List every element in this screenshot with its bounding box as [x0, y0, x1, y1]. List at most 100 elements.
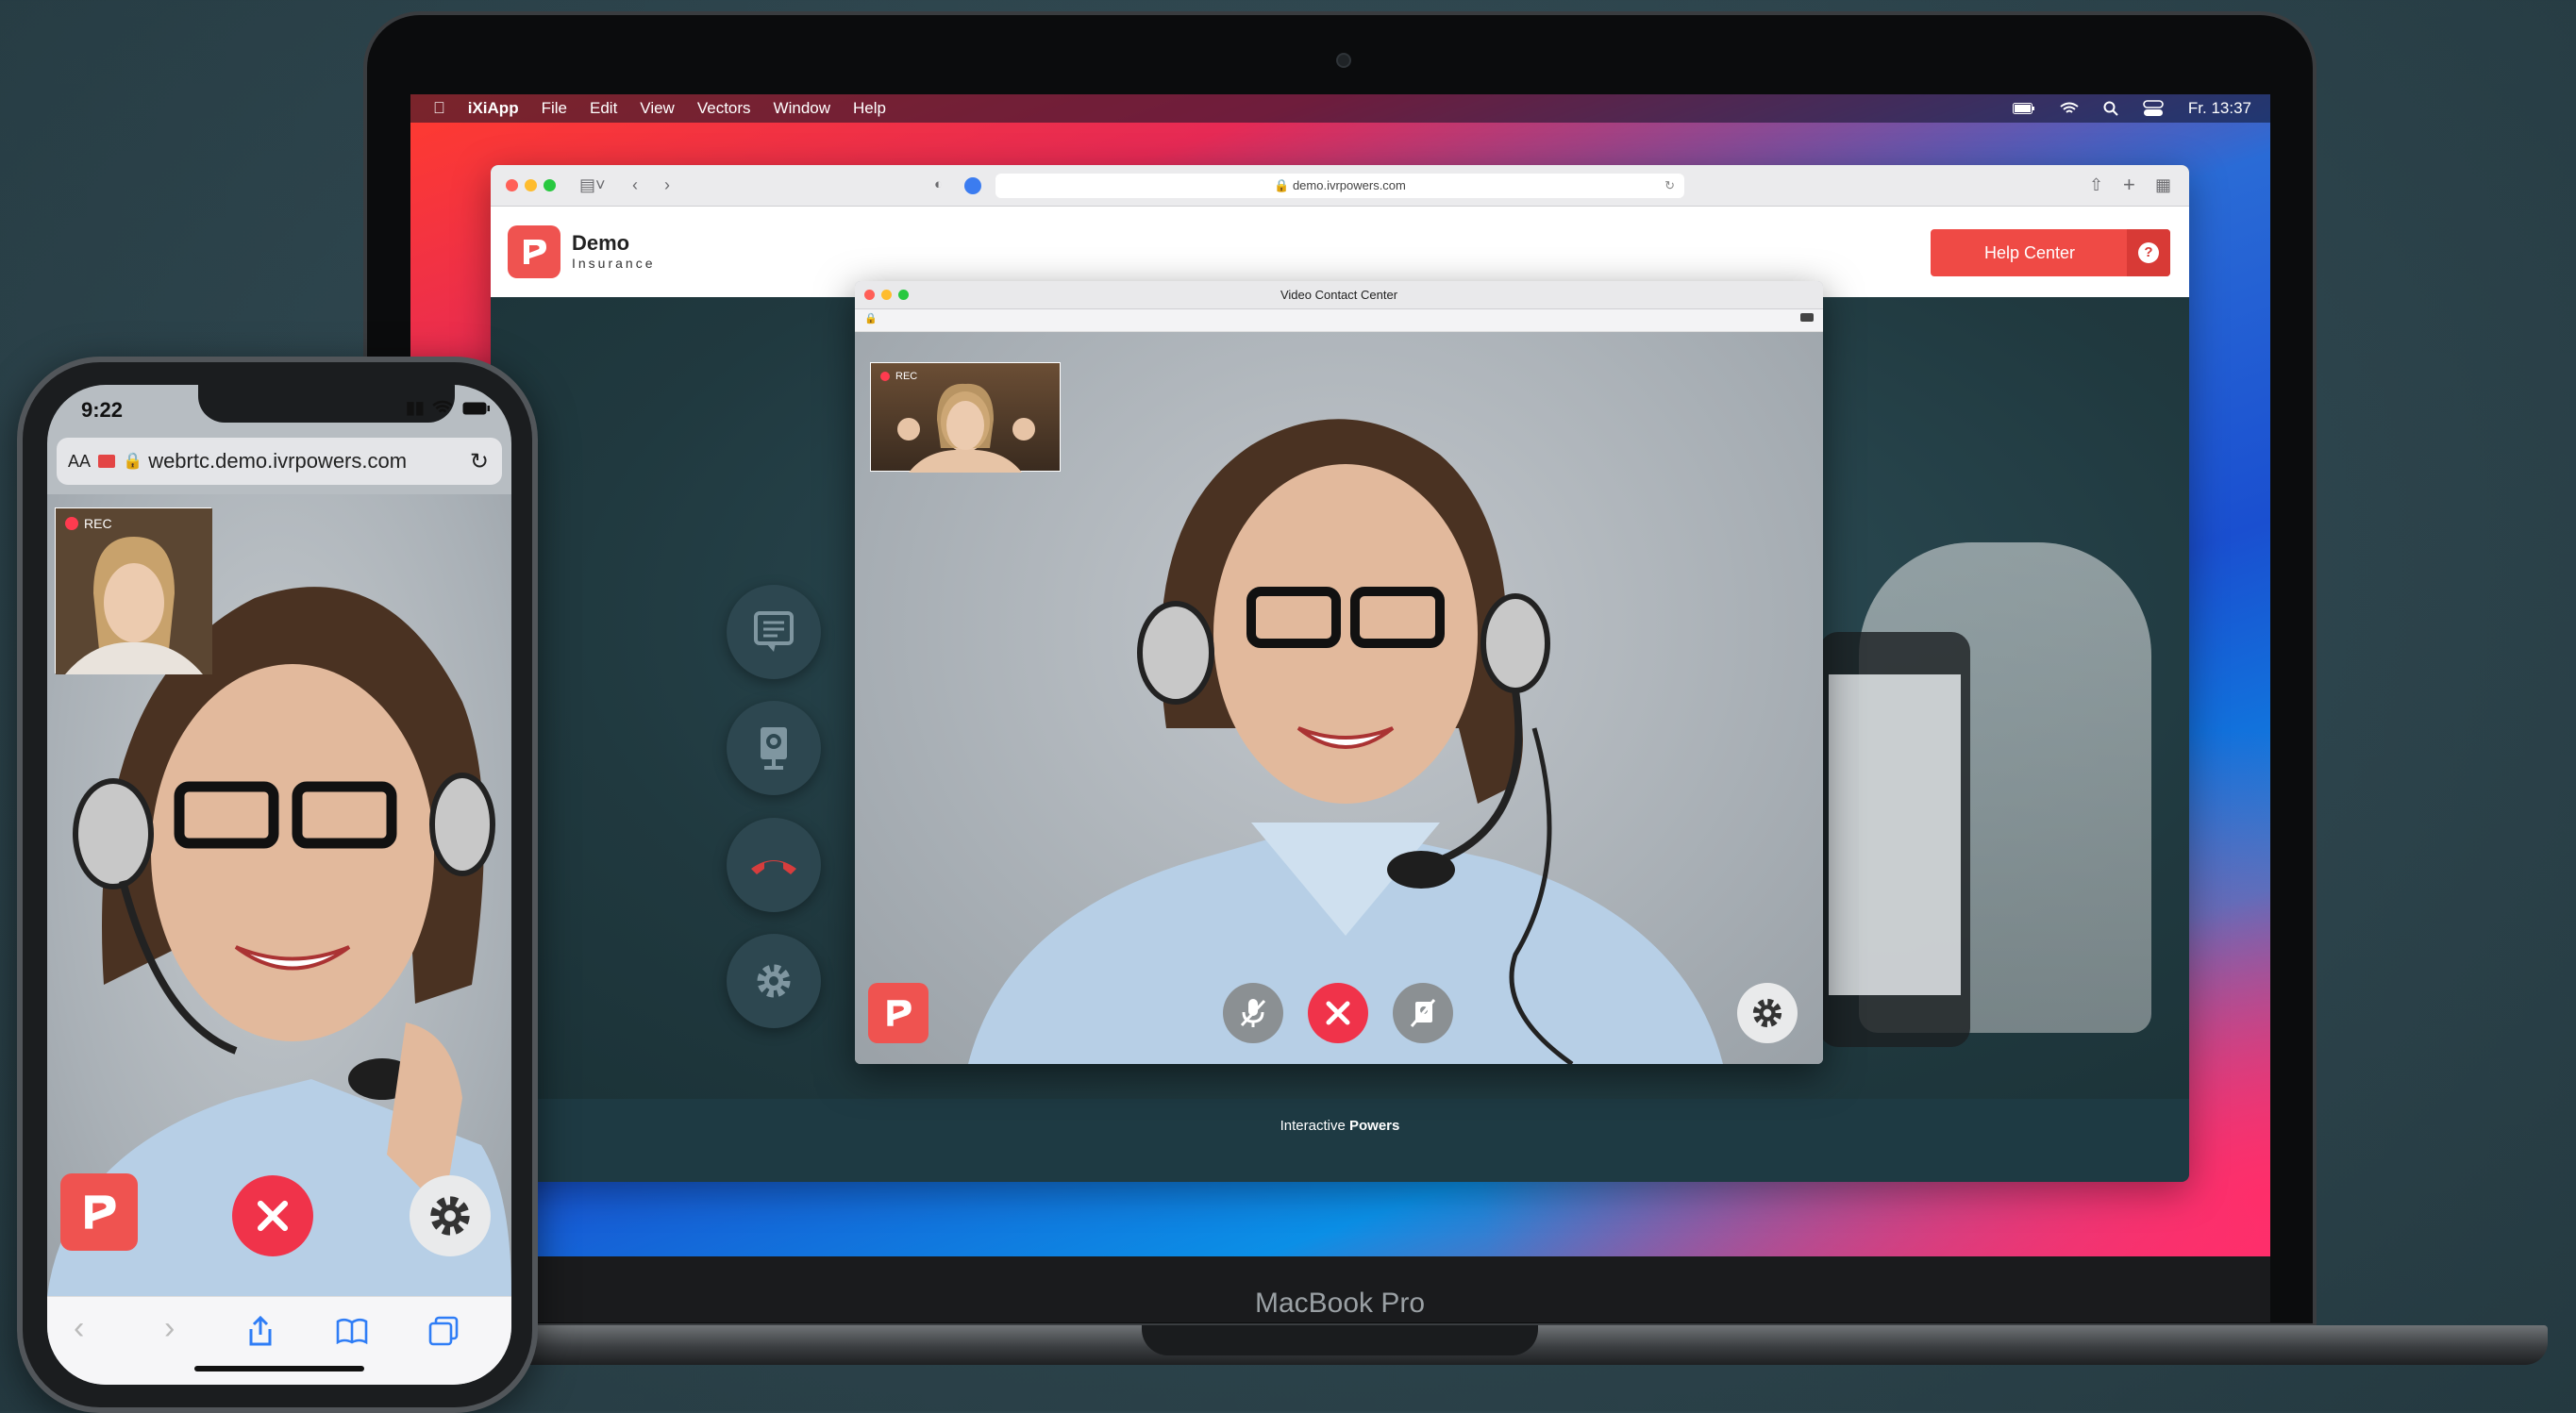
help-center-label: Help Center	[1983, 243, 2076, 262]
phone-lock-icon: 🔒	[123, 452, 143, 470]
iphone-screen: REC 9:22 ▮▮ AA 🔒 webrtc.demo.ivrpowers.c…	[47, 385, 511, 1385]
phone-bookmarks-icon[interactable]	[336, 1318, 368, 1344]
tab-overview-icon[interactable]: ▦	[2155, 175, 2171, 195]
vcc-minimize-button[interactable]	[881, 290, 892, 300]
settings-button[interactable]	[727, 934, 821, 1028]
phone-time: 9:22	[81, 398, 124, 422]
safari-toolbar: ▤˅ ‹ › ◐ 🔒 demo.ivrpowers.com ↻ ⇧ + ▦	[491, 165, 2189, 207]
demo-logo-icon	[887, 1000, 912, 1026]
menu-help[interactable]: Help	[853, 99, 886, 118]
wifi-icon[interactable]	[2060, 102, 2079, 115]
search-icon[interactable]	[2103, 101, 2118, 116]
menubar-clock[interactable]: Fr. 13:37	[2188, 99, 2251, 118]
address-url: demo.ivrpowers.com	[1292, 178, 1406, 192]
menu-view[interactable]: View	[640, 99, 675, 118]
zoom-window-button[interactable]	[544, 179, 556, 191]
video-off-icon	[1410, 999, 1436, 1027]
home-indicator	[194, 1366, 364, 1371]
phone-address-bar[interactable]: AA 🔒 webrtc.demo.ivrpowers.com ↻	[57, 438, 502, 485]
phone-settings-icon	[430, 1196, 470, 1236]
phone-tabs-icon[interactable]	[428, 1316, 459, 1346]
hangup-icon	[1326, 1001, 1350, 1025]
shield-icon[interactable]: ◐	[934, 175, 943, 195]
reader-aa-label[interactable]: AA	[68, 452, 91, 472]
lock-icon: 🔒	[1274, 178, 1293, 192]
camera-active-icon	[98, 455, 116, 468]
webcam-icon	[761, 727, 787, 770]
phone-hangup-icon	[751, 860, 796, 874]
sidebar-icon[interactable]: ▤˅	[579, 175, 606, 195]
menu-edit[interactable]: Edit	[590, 99, 617, 118]
smartphone-dialpad-image	[1829, 674, 1961, 995]
chat-icon	[754, 611, 794, 652]
video-contact-center-window: Video Contact Center 🔒 REC	[855, 281, 1823, 1064]
menu-vectors[interactable]: Vectors	[697, 99, 751, 118]
vcc-close-button[interactable]	[864, 290, 875, 300]
rec-indicator: REC	[880, 371, 917, 382]
phone-forward-icon[interactable]: ›	[164, 1310, 175, 1347]
close-window-button[interactable]	[506, 179, 518, 191]
macbook-label: MacBook Pro	[1254, 1288, 1426, 1319]
logo-title: Demo	[572, 231, 630, 255]
battery-icon[interactable]	[2012, 103, 2035, 114]
phone-wifi-icon	[432, 400, 453, 413]
footer-prefix: Interactive	[1280, 1118, 1349, 1134]
vcc-address-bar: 🔒	[855, 309, 1823, 332]
phone-self-view-image	[56, 508, 212, 674]
self-view-video[interactable]: REC	[870, 362, 1061, 473]
video-off-button[interactable]	[1393, 983, 1453, 1043]
share-icon[interactable]: ⇧	[2089, 175, 2103, 195]
phone-back-icon[interactable]: ‹	[74, 1310, 84, 1347]
demo-logo-icon[interactable]	[508, 225, 560, 278]
help-center-button[interactable]: Help Center ?	[1931, 229, 2170, 276]
logo-subtitle: Insurance	[572, 256, 656, 271]
rec-label: REC	[895, 371, 918, 382]
reload-icon[interactable]: ↻	[1664, 174, 1675, 198]
phone-battery-icon	[462, 402, 490, 415]
forward-icon[interactable]: ›	[664, 175, 670, 195]
hangup-call-button[interactable]	[727, 818, 821, 912]
phone-rec-label: REC	[84, 516, 112, 531]
macbook-hinge-notch	[1142, 1325, 1538, 1355]
mic-muted-icon	[1240, 999, 1266, 1027]
phone-logo-button[interactable]	[60, 1173, 138, 1251]
agent-video-feed: REC	[855, 332, 1823, 1064]
phone-share-icon[interactable]	[247, 1316, 274, 1346]
vcc-lock-icon: 🔒	[864, 313, 878, 324]
gear-icon	[757, 964, 791, 998]
help-question-icon[interactable]: ?	[2127, 229, 2170, 276]
menu-file[interactable]: File	[542, 99, 567, 118]
minimize-window-button[interactable]	[525, 179, 537, 191]
phone-reload-icon[interactable]: ↻	[470, 448, 489, 475]
apple-icon[interactable]: 	[433, 99, 445, 118]
menu-window[interactable]: Window	[774, 99, 830, 118]
new-tab-icon[interactable]: +	[2123, 175, 2135, 195]
address-bar[interactable]: 🔒 demo.ivrpowers.com ↻	[995, 174, 1684, 198]
vcc-settings-button[interactable]	[1737, 983, 1798, 1043]
vcc-titlebar: Video Contact Center	[855, 281, 1823, 309]
control-center-icon[interactable]	[2143, 100, 2164, 117]
mac-menubar:  iXiApp File Edit View Vectors Window H…	[410, 94, 2270, 123]
settings-icon	[1752, 998, 1782, 1028]
extension-icon[interactable]	[964, 177, 981, 194]
phone-agent-video: REC	[47, 494, 511, 1296]
phone-end-call-button[interactable]	[232, 1175, 313, 1256]
vcc-logo-button[interactable]	[868, 983, 928, 1043]
phone-rec-indicator: REC	[65, 516, 112, 531]
vcc-zoom-button[interactable]	[898, 290, 909, 300]
phone-self-view-video[interactable]: REC	[55, 507, 212, 674]
footer-brand: Powers	[1349, 1118, 1400, 1134]
back-icon[interactable]: ‹	[632, 175, 638, 195]
phone-signal-icon: ▮▮	[406, 398, 425, 417]
end-call-button[interactable]	[1308, 983, 1368, 1043]
site-footer: Interactive Powers	[491, 1118, 2189, 1134]
phone-settings-button[interactable]	[410, 1175, 491, 1256]
menu-app-name[interactable]: iXiApp	[468, 99, 519, 118]
vcc-camera-icon	[1800, 313, 1814, 322]
phone-demo-logo-icon	[85, 1195, 116, 1229]
camera-icon	[1336, 53, 1351, 68]
mute-mic-button[interactable]	[1223, 983, 1283, 1043]
phone-url: webrtc.demo.ivrpowers.com	[148, 449, 408, 473]
webcam-button[interactable]	[727, 701, 821, 795]
chat-button[interactable]	[727, 585, 821, 679]
